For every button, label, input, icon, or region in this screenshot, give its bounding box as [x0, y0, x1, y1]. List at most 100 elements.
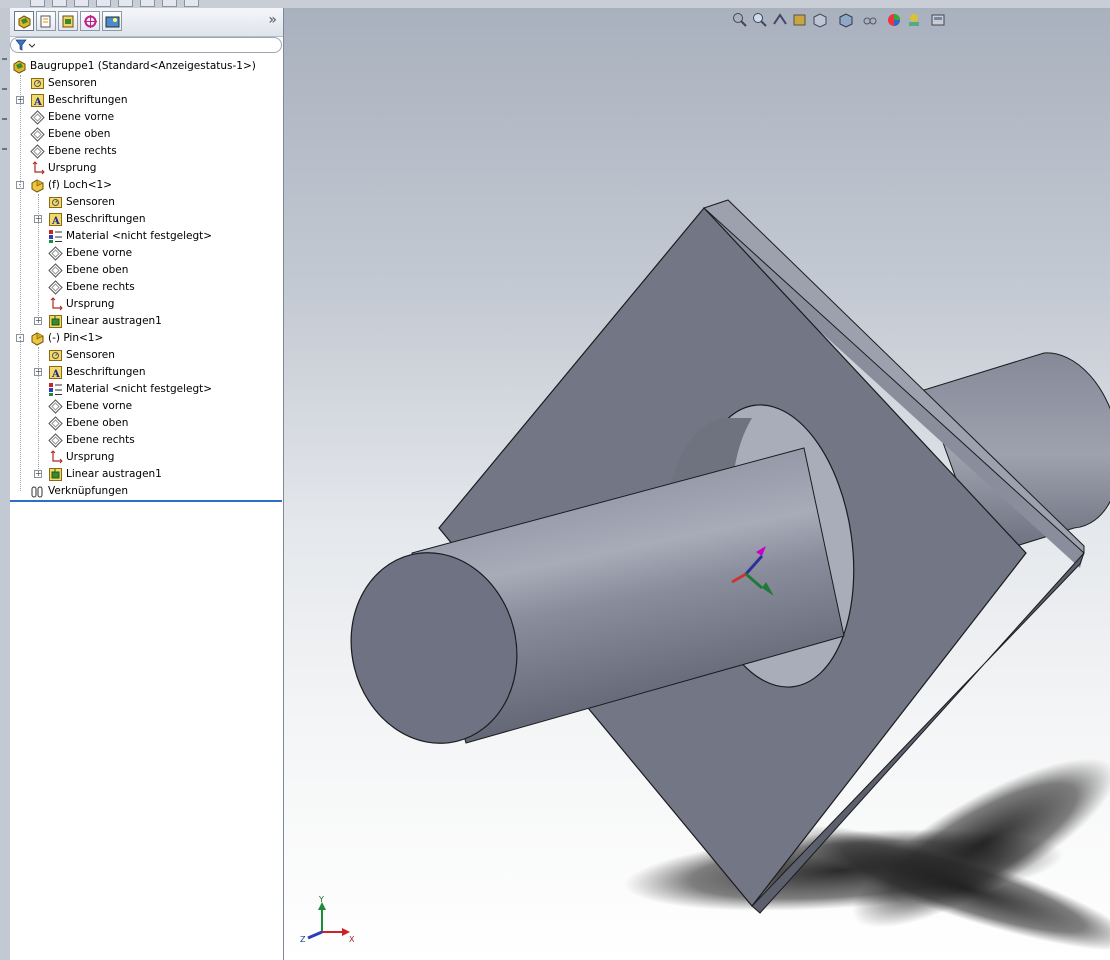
edit-appearance-icon[interactable]: [886, 12, 902, 28]
feature-manager-panel: » Baugruppe1 (Standard<Anzeigestatus-1>)…: [10, 8, 292, 960]
tree-item[interactable]: + A Beschriftungen: [10, 211, 283, 228]
tree-item-label: Sensoren: [66, 349, 115, 361]
tree-connector: [20, 75, 21, 491]
tree-item[interactable]: Ebene oben: [10, 415, 283, 432]
filter-bar[interactable]: [10, 37, 282, 53]
toolbar-button[interactable]: [52, 0, 67, 7]
assembly-icon: [18, 15, 31, 29]
toolbar-button[interactable]: [74, 0, 89, 7]
tab-property-manager[interactable]: [36, 11, 56, 31]
tree-item[interactable]: Material <nicht festgelegt>: [10, 228, 283, 245]
filter-icon[interactable]: [15, 39, 35, 51]
apply-scene-icon[interactable]: [906, 12, 922, 28]
view-settings-icon[interactable]: [930, 12, 946, 28]
tree-item-label: Ebene oben: [66, 264, 129, 276]
tree-connector: [38, 194, 39, 322]
tree-item-label: Ebene oben: [48, 128, 111, 140]
tree-item[interactable]: Ebene vorne: [10, 245, 283, 262]
tree-item-mates[interactable]: Verknüpfungen: [10, 483, 283, 500]
tree-item[interactable]: + Linear austragen1: [10, 466, 283, 483]
zoom-to-area-icon[interactable]: [752, 12, 768, 28]
tree-item[interactable]: Sensoren: [10, 347, 283, 364]
model-view[interactable]: [284, 8, 1110, 960]
tree-item[interactable]: Ursprung: [10, 296, 283, 313]
sensor-icon: [48, 195, 63, 210]
tree-item[interactable]: Ebene oben: [10, 262, 283, 279]
tree-item-label: Verknüpfungen: [48, 485, 128, 497]
tree-item[interactable]: Ebene vorne: [10, 109, 283, 126]
mates-icon: [30, 484, 45, 499]
hide-show-items-icon[interactable]: [862, 12, 878, 28]
rollback-bar[interactable]: [10, 500, 282, 502]
annotation-icon: A: [48, 212, 63, 227]
plane-icon: [48, 246, 63, 261]
tree-item-label: Linear austragen1: [66, 315, 162, 327]
tree-item-label: Sensoren: [48, 77, 97, 89]
display-style-icon[interactable]: [838, 12, 854, 28]
display-icon: [105, 16, 120, 28]
more-tabs-chevron[interactable]: »: [268, 12, 277, 28]
plane-icon: [48, 280, 63, 295]
tree-connector: [38, 347, 39, 475]
dimxpert-icon: [84, 15, 97, 28]
toolbar-button[interactable]: [96, 0, 111, 7]
toolbar-button[interactable]: [30, 0, 45, 7]
zoom-to-fit-icon[interactable]: [732, 12, 748, 28]
tree-item-label: Linear austragen1: [66, 468, 162, 480]
toolbar-button[interactable]: [140, 0, 155, 7]
plane-icon: [30, 127, 45, 142]
graphics-area[interactable]: Y X Z: [284, 8, 1110, 960]
tree-item[interactable]: Sensoren: [10, 194, 283, 211]
tree-item[interactable]: Ebene vorne: [10, 398, 283, 415]
tree-item-label: Beschriftungen: [66, 366, 146, 378]
tree-item[interactable]: + A Beschriftungen: [10, 364, 283, 381]
plane-icon: [48, 433, 63, 448]
plane-icon: [30, 144, 45, 159]
tree-item-label: Ebene vorne: [66, 247, 133, 259]
tab-dimxpert-manager[interactable]: [80, 11, 100, 31]
toolbar-button[interactable]: [184, 0, 199, 7]
tree-item[interactable]: Material <nicht festgelegt>: [10, 381, 283, 398]
tree-item-label: Sensoren: [66, 196, 115, 208]
section-view-icon[interactable]: [792, 12, 808, 28]
svg-text:A: A: [51, 216, 60, 227]
tree-item-label: Ebene vorne: [48, 111, 115, 123]
part-icon: [30, 178, 45, 193]
tree-item-label: Material <nicht festgelegt>: [66, 383, 213, 395]
tree-item[interactable]: Ebene rechts: [10, 143, 283, 160]
plane-icon: [48, 399, 63, 414]
tree-item-label: Ursprung: [48, 162, 97, 174]
origin-icon: [48, 450, 63, 465]
tab-feature-manager[interactable]: [14, 11, 34, 31]
tree-item[interactable]: Ebene rechts: [10, 279, 283, 296]
reference-triad: Y X Z: [294, 895, 355, 950]
assembly-icon: [12, 59, 27, 74]
part-icon: [30, 331, 45, 346]
svg-text:A: A: [33, 97, 42, 108]
tree-item[interactable]: Sensoren: [10, 75, 283, 92]
tree-item-label: Ebene vorne: [66, 400, 133, 412]
tree-item[interactable]: Ursprung: [10, 160, 283, 177]
tree-item-label: Ebene rechts: [66, 281, 135, 293]
plane-icon: [48, 416, 63, 431]
tree-item[interactable]: Ebene oben: [10, 126, 283, 143]
tree-item[interactable]: + A Beschriftungen: [10, 92, 283, 109]
tree-item-component[interactable]: - (f) Loch<1>: [10, 177, 283, 194]
tree-item-label: Ebene rechts: [48, 145, 117, 157]
toolbar-button[interactable]: [162, 0, 177, 7]
tree-item-label: Beschriftungen: [66, 213, 146, 225]
tree-item[interactable]: + Linear austragen1: [10, 313, 283, 330]
tab-display-manager[interactable]: [102, 11, 122, 31]
view-orientation-icon[interactable]: [812, 12, 828, 28]
toolbar-button[interactable]: [118, 0, 133, 7]
tree-item[interactable]: Ursprung: [10, 449, 283, 466]
previous-view-icon[interactable]: [772, 12, 788, 28]
annotation-icon: A: [48, 365, 63, 380]
tree-item-component[interactable]: - (-) Pin<1>: [10, 330, 283, 347]
svg-text:A: A: [51, 369, 60, 380]
material-icon: [48, 382, 63, 397]
tab-configuration-manager[interactable]: [58, 11, 78, 31]
tree-root-assembly[interactable]: Baugruppe1 (Standard<Anzeigestatus-1>): [10, 58, 283, 75]
tree-item[interactable]: Ebene rechts: [10, 432, 283, 449]
tree-item-label: (-) Pin<1>: [48, 332, 104, 344]
